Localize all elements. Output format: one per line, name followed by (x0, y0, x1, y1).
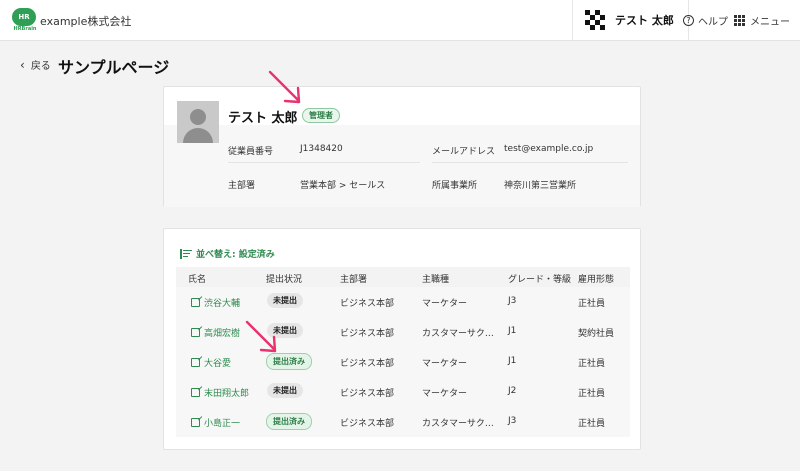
profile-card: テスト 太郎 管理者 従業員番号 J1348420 メールアドレス test@e… (163, 86, 641, 207)
status-badge: 未提出 (267, 383, 303, 398)
top-bar: HR HRBrain example株式会社 テスト 太郎 ? ヘルプ メニュー (0, 0, 800, 41)
user-menu[interactable]: テスト 太郎 (572, 0, 689, 40)
department-cell: ビジネス本部 (340, 329, 395, 339)
job-cell: マーケター (422, 299, 468, 309)
external-link-icon (191, 358, 200, 367)
column-header-employment: 雇用形態 (578, 275, 615, 285)
help-icon: ? (683, 15, 694, 26)
employee-name: 高畑宏樹 (204, 329, 241, 339)
status-badge: 未提出 (267, 293, 303, 308)
grade-cell: J1 (508, 326, 517, 336)
field-value-office: 神奈川第三営業所 (504, 181, 577, 191)
table-header: 氏名 提出状況 主部署 主職種 グレード・等級 雇用形態 (176, 267, 630, 287)
employee-name-link[interactable]: 高畑宏樹 (191, 326, 240, 339)
role-badge: 管理者 (302, 108, 340, 123)
column-header-status: 提出状況 (266, 275, 303, 285)
logo-sub-text: HRBrain (13, 26, 37, 32)
employee-name-link[interactable]: 小島正一 (191, 416, 240, 429)
field-label-department: 主部署 (228, 181, 256, 191)
help-label: ヘルプ (698, 17, 728, 28)
employee-name-link[interactable]: 渋谷大輔 (191, 296, 240, 309)
sort-button[interactable]: 並べ替え: 設定済み (180, 247, 275, 260)
department-cell: ビジネス本部 (340, 359, 395, 369)
grade-cell: J3 (508, 416, 517, 426)
employee-name: 末田翔太郎 (204, 389, 250, 399)
field-value-employee-id: J1348420 (300, 144, 343, 154)
table-body: 渋谷大輔 未提出 ビジネス本部 マーケター J3 正社員 高畑宏樹 未提出 ビジネス本部 カスタマ… (176, 287, 630, 437)
logo-mark: HR (12, 8, 36, 26)
field-label-employee-id: 従業員番号 (228, 147, 274, 157)
employee-name: 小島正一 (204, 419, 241, 429)
employee-name-link[interactable]: 大谷愛 (191, 356, 231, 369)
job-cell: カスタマーサク… (422, 419, 494, 429)
external-link-icon (191, 388, 200, 397)
divider (228, 162, 420, 163)
divider (432, 162, 628, 163)
field-label-email: メールアドレス (432, 147, 496, 157)
external-link-icon (191, 298, 200, 307)
employment-cell: 正社員 (578, 419, 606, 429)
back-link[interactable]: ‹ 戻る (20, 57, 51, 73)
header-user-name: テスト 太郎 (615, 14, 674, 27)
annotation-arrow-icon (268, 70, 301, 104)
employment-cell: 正社員 (578, 389, 606, 399)
column-header-name: 氏名 (188, 275, 207, 285)
external-link-icon (191, 328, 200, 337)
status-badge: 提出済み (266, 413, 312, 430)
employee-name: 大谷愛 (204, 359, 232, 369)
external-link-icon (191, 418, 200, 427)
employee-name-link[interactable]: 末田翔太郎 (191, 386, 249, 399)
field-value-department: 営業本部 > セールス (300, 181, 386, 191)
column-header-grade: グレード・等級 (508, 275, 572, 285)
employee-list-card: 並べ替え: 設定済み 氏名 提出状況 主部署 主職種 グレード・等級 雇用形態 … (163, 228, 641, 450)
department-cell: ビジネス本部 (340, 299, 395, 309)
chevron-left-icon: ‹ (20, 57, 25, 72)
back-label: 戻る (30, 61, 51, 72)
employment-cell: 正社員 (578, 299, 606, 309)
sort-icon (180, 248, 192, 259)
table-row: 小島正一 提出済み ビジネス本部 カスタマーサク… J3 正社員 (176, 407, 630, 437)
column-header-department: 主部署 (340, 275, 368, 285)
company-name: example株式会社 (40, 15, 132, 28)
job-cell: マーケター (422, 389, 468, 399)
profile-info-area (164, 125, 640, 207)
page-title: サンプルページ (58, 58, 170, 77)
field-label-office: 所属事業所 (432, 181, 478, 191)
field-value-email: test@example.co.jp (504, 144, 594, 154)
sort-label: 並べ替え: 設定済み (196, 250, 275, 260)
help-button[interactable]: ? ヘルプ (683, 13, 728, 28)
annotation-arrow-icon (245, 320, 277, 353)
grid-menu-icon (734, 15, 745, 26)
job-cell: カスタマーサク… (422, 329, 494, 339)
profile-name: テスト 太郎 (228, 111, 298, 126)
user-avatar-icon (585, 10, 605, 30)
grade-cell: J1 (508, 356, 517, 366)
department-cell: ビジネス本部 (340, 419, 395, 429)
job-cell: マーケター (422, 359, 468, 369)
employee-name: 渋谷大輔 (204, 299, 241, 309)
menu-button[interactable]: メニュー (734, 13, 790, 28)
table-row: 末田翔太郎 未提出 ビジネス本部 マーケター J2 正社員 (176, 377, 630, 407)
grade-cell: J2 (508, 386, 517, 396)
menu-label: メニュー (750, 17, 790, 28)
employment-cell: 契約社員 (578, 329, 615, 339)
avatar (177, 101, 219, 143)
hrbrain-logo[interactable]: HR HRBrain (12, 8, 36, 32)
column-header-job: 主職種 (422, 275, 450, 285)
employment-cell: 正社員 (578, 359, 606, 369)
table-row: 渋谷大輔 未提出 ビジネス本部 マーケター J3 正社員 (176, 287, 630, 317)
department-cell: ビジネス本部 (340, 389, 395, 399)
grade-cell: J3 (508, 296, 517, 306)
